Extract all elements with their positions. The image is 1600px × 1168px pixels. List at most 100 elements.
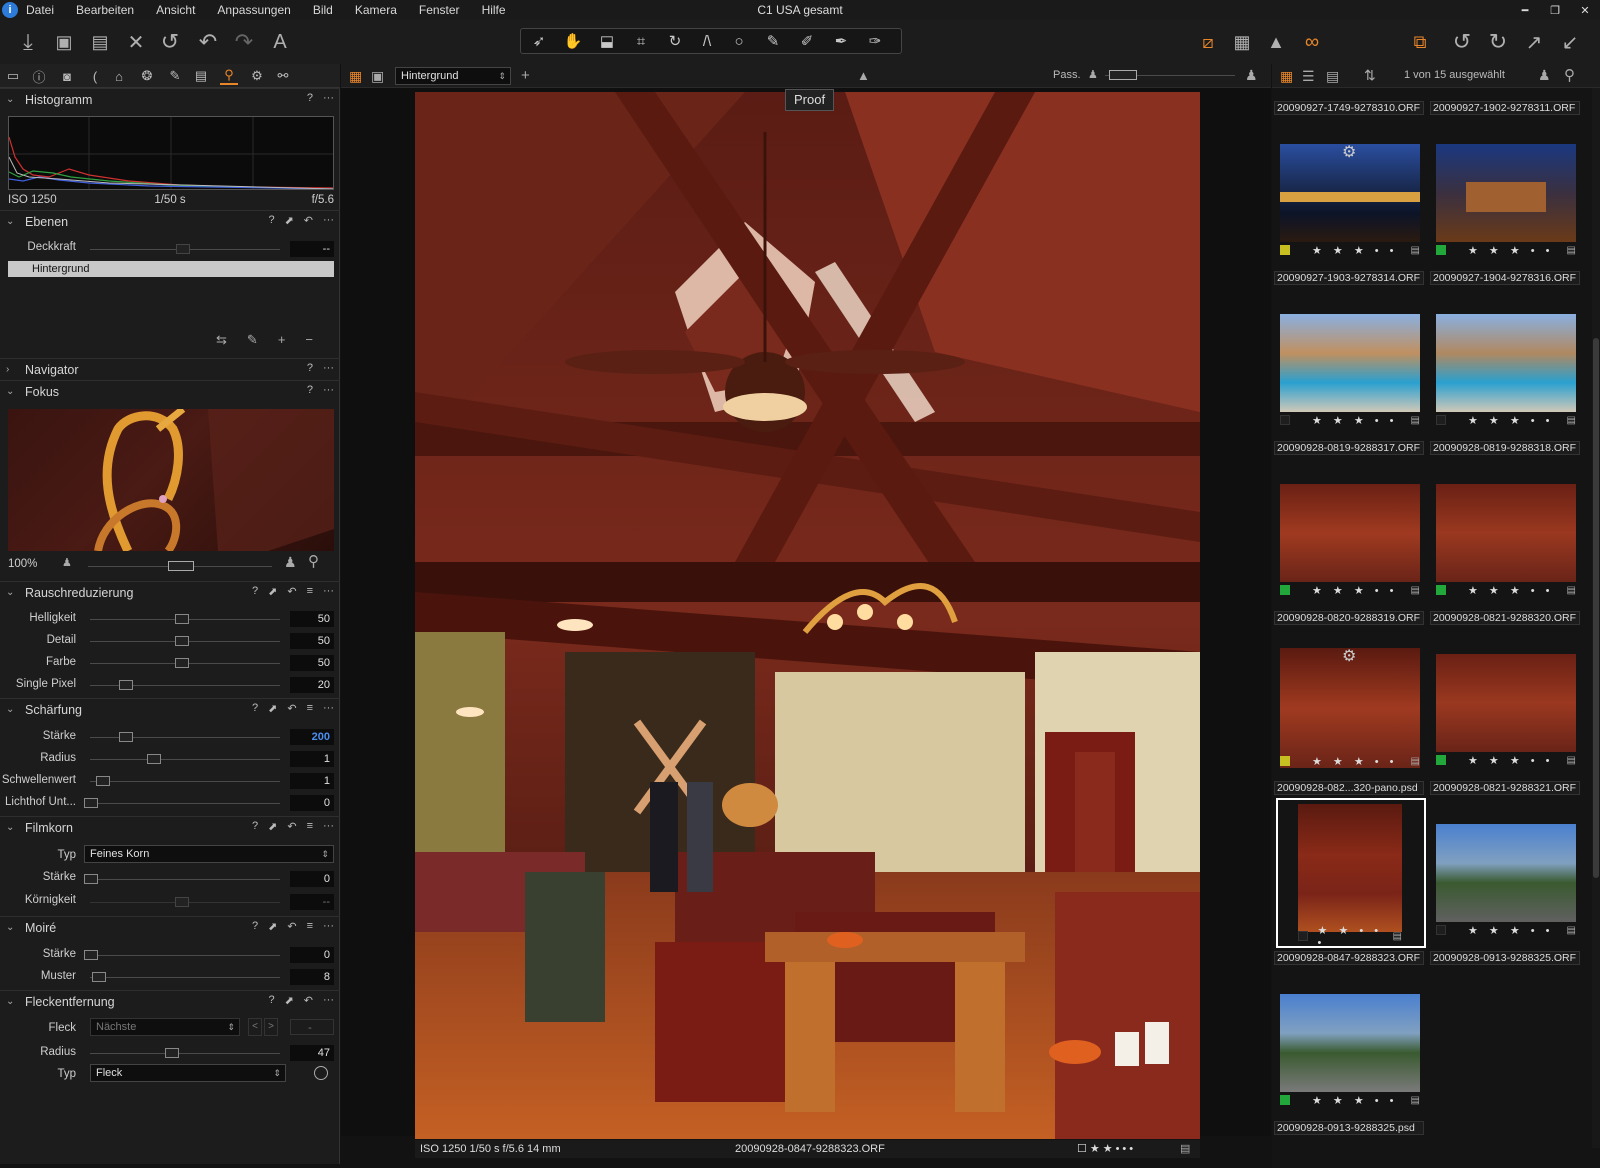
sharpen-radius-slider[interactable]	[90, 759, 280, 760]
histogram-header[interactable]: ⌄ Histogramm ? ···	[0, 88, 340, 110]
noise-single-pixel-value[interactable]: 20	[290, 677, 334, 693]
list-icon[interactable]: ≡	[307, 820, 313, 833]
noise-header[interactable]: ⌄ Rauschreduzierung ? ⬈ ↶ ≡ ···	[0, 581, 340, 603]
spot-removal-icon[interactable]: ○	[725, 31, 753, 51]
search-icon[interactable]: ⚲	[1564, 66, 1575, 84]
spot-radius-slider[interactable]	[90, 1053, 280, 1054]
grain-strength-knob[interactable]	[84, 874, 98, 884]
settings-tab-icon[interactable]: ⚙	[248, 67, 266, 85]
thumb-filename[interactable]: 20090928-0913-9288325.psd	[1274, 1121, 1424, 1135]
loupe-cursor-icon[interactable]: ⬓	[593, 31, 621, 51]
menu-fenster[interactable]: Fenster	[419, 3, 460, 17]
thumb-filename[interactable]: 20090928-0821-9288320.ORF	[1430, 611, 1580, 625]
process-icon[interactable]: ▤	[86, 28, 114, 56]
more-icon[interactable]: ···	[323, 820, 334, 833]
add-icon[interactable]: +	[521, 67, 530, 84]
help-icon[interactable]: ?	[252, 820, 258, 833]
more-icon[interactable]: ···	[323, 920, 334, 933]
thumb-rating[interactable]: ★ ★ ★ • •	[1312, 584, 1398, 597]
loupe-icon[interactable]: ⚲	[308, 552, 319, 570]
camera-icon[interactable]: ▣	[50, 28, 78, 56]
thumbnail-image[interactable]	[1280, 484, 1420, 582]
gear-icon[interactable]: ⚙	[1342, 142, 1356, 162]
thumb-rating[interactable]: ★ ★ ★ • •	[1312, 755, 1398, 768]
picker-icon[interactable]: ✒	[827, 31, 855, 51]
exposure-warning-icon[interactable]: ▲	[1262, 28, 1290, 56]
menu-anpassungen[interactable]: Anpassungen	[217, 3, 290, 17]
thumb-filename[interactable]: 20090927-1904-9278316.ORF	[1430, 271, 1580, 285]
thumbnail-image[interactable]	[1436, 484, 1576, 582]
spot-radius-knob[interactable]	[165, 1048, 179, 1058]
sharpen-threshold-slider[interactable]	[90, 781, 280, 782]
spot-select[interactable]: Nächste ⇕	[90, 1018, 240, 1036]
sharpen-threshold-value[interactable]: 1	[290, 773, 334, 789]
pin-icon[interactable]: ⬈	[268, 585, 277, 598]
thumb-info-icon[interactable]: ▤	[1567, 585, 1576, 596]
lens-tab-icon[interactable]: (	[86, 67, 104, 85]
capture-tab-icon[interactable]: ⓘ	[30, 67, 48, 85]
noise-color-knob[interactable]	[175, 658, 189, 668]
list-view-icon[interactable]: ☰	[1302, 68, 1315, 85]
thumbnail-image[interactable]	[1280, 648, 1420, 768]
color-tag[interactable]	[1280, 585, 1290, 595]
color-tag[interactable]	[1298, 931, 1308, 941]
reset-icon[interactable]: ↶	[287, 920, 296, 933]
moire-strength-slider[interactable]	[90, 955, 280, 956]
brush-icon[interactable]: ✎	[247, 332, 258, 348]
gear-icon[interactable]: ⚙	[1342, 646, 1356, 666]
grain-granularity-value[interactable]: --	[290, 894, 334, 910]
moire-header[interactable]: ⌄ Moiré ? ⬈ ↶ ≡ ···	[0, 916, 340, 938]
reset-icon[interactable]: ↶	[287, 702, 296, 715]
crop-icon[interactable]: ⌗	[627, 31, 655, 51]
reset-icon[interactable]: ↶	[304, 994, 313, 1007]
exposure-tab-icon[interactable]: ✎	[166, 67, 184, 85]
thumb-rating[interactable]: ★ ★ ★ • •	[1468, 244, 1554, 257]
sharpen-amount-value[interactable]: 200	[290, 729, 334, 745]
more-icon[interactable]: ···	[323, 994, 334, 1007]
thumb-rating[interactable]: ★ ★ ★ • •	[1468, 754, 1554, 767]
pin-icon[interactable]: ⬈	[285, 214, 294, 227]
color-tag[interactable]	[1436, 925, 1446, 935]
more-icon[interactable]: ···	[323, 92, 334, 104]
pin-icon[interactable]: ⬈	[268, 920, 277, 933]
menu-bearbeiten[interactable]: Bearbeiten	[76, 3, 134, 17]
more-icon[interactable]: ···	[323, 585, 334, 598]
main-photo[interactable]	[415, 92, 1200, 1139]
color-tag[interactable]	[1436, 585, 1446, 595]
more-icon[interactable]: ···	[323, 384, 334, 396]
multi-view-icon[interactable]: ▦	[349, 68, 362, 85]
undo-icon[interactable]: ↶	[194, 28, 222, 56]
sharpening-header[interactable]: ⌄ Schärfung ? ⬈ ↶ ≡ ···	[0, 698, 340, 720]
thumb-filename[interactable]: 20090927-1903-9278314.ORF	[1274, 271, 1424, 285]
app-logo-icon[interactable]: i	[2, 2, 18, 18]
focus-zoom-knob[interactable]	[168, 561, 194, 571]
moire-pattern-value[interactable]: 8	[290, 969, 334, 985]
remove-layer-icon[interactable]: −	[305, 332, 313, 348]
thumbnail-image[interactable]	[1280, 314, 1420, 412]
close-icon[interactable]: ✕	[1570, 0, 1600, 20]
thumb-info-icon[interactable]: ▤	[1567, 755, 1576, 766]
thumb-info-icon[interactable]: ▤	[1411, 245, 1420, 256]
sharpen-halo-knob[interactable]	[84, 798, 98, 808]
opacity-slider-knob[interactable]	[176, 244, 190, 254]
list-icon[interactable]: ≡	[307, 702, 313, 715]
sharpen-radius-knob[interactable]	[147, 754, 161, 764]
composition-tab-icon[interactable]: ⌂	[110, 67, 128, 85]
menu-ansicht[interactable]: Ansicht	[156, 3, 195, 17]
eraser-icon[interactable]: ✐	[793, 31, 821, 51]
pin-icon[interactable]: ⬈	[268, 702, 277, 715]
list-icon[interactable]: ≡	[307, 920, 313, 933]
minimize-icon[interactable]: ━	[1510, 0, 1540, 20]
thumb-filename[interactable]: 20090928-0819-9288318.ORF	[1430, 441, 1580, 455]
spot-next-button[interactable]: >	[264, 1018, 278, 1036]
thumb-filename[interactable]: 20090928-082...320-pano.psd	[1274, 781, 1424, 795]
thumb-info-icon[interactable]: ▤	[1411, 585, 1420, 596]
color-tag[interactable]	[1280, 415, 1290, 425]
color-picker-icon[interactable]: ✑	[861, 31, 889, 51]
grain-granularity-knob[interactable]	[175, 897, 189, 907]
thumb-rating[interactable]: ★ ★ ★ • •	[1312, 1094, 1398, 1107]
thumb-rating[interactable]: ★ ★ ★ • •	[1468, 584, 1554, 597]
moire-strength-knob[interactable]	[84, 950, 98, 960]
color-tag[interactable]	[1280, 756, 1290, 766]
thumbnail-image[interactable]	[1280, 994, 1420, 1092]
